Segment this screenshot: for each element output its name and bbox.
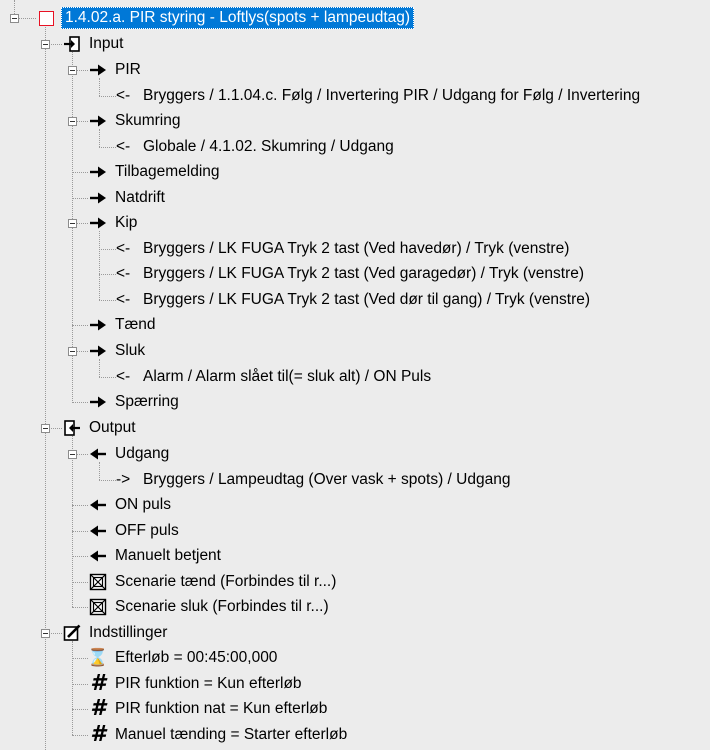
tree-node-label: Skumring bbox=[115, 112, 181, 129]
tree-node-label: Efterløb = 00:45:00,000 bbox=[115, 649, 278, 666]
left-arrow-icon bbox=[88, 546, 108, 566]
collapse-toggle-pir[interactable] bbox=[68, 66, 77, 75]
incoming-link-prefix: <- bbox=[116, 368, 131, 385]
collapse-toggle-output[interactable] bbox=[41, 424, 50, 433]
input-arrow-in-icon bbox=[62, 34, 82, 54]
tree-node-udgang[interactable]: Udgang bbox=[88, 443, 171, 465]
collapse-toggle-input[interactable] bbox=[41, 40, 50, 49]
tree-node-taend[interactable]: Tænd bbox=[88, 314, 158, 336]
tree-node-label: Output bbox=[89, 419, 136, 436]
tree-node-label: Tænd bbox=[115, 316, 156, 333]
tree-node-kip-ref[interactable]: <- Bryggers / LK FUGA Tryk 2 tast (Ved g… bbox=[116, 263, 586, 285]
tree-node-label: PIR bbox=[115, 61, 141, 78]
hourglass-icon: ⌛ bbox=[87, 648, 109, 668]
red-square-icon bbox=[36, 8, 56, 28]
tree-node-label: Bryggers / LK FUGA Tryk 2 tast (Ved dør … bbox=[143, 291, 591, 308]
tree-node-efterloeb[interactable]: ⌛ Efterløb = 00:45:00,000 bbox=[87, 647, 279, 669]
hash-icon: # bbox=[90, 722, 106, 747]
tree-node-label: Udgang bbox=[115, 445, 170, 462]
right-arrow-icon bbox=[88, 392, 108, 412]
right-arrow-icon bbox=[88, 111, 108, 131]
tree-node-root[interactable]: 1.4.02.a. PIR styring - Loftlys(spots + … bbox=[36, 7, 415, 29]
incoming-link-prefix: <- bbox=[116, 138, 131, 155]
tree-node-label: Input bbox=[89, 35, 124, 52]
tree-view[interactable]: 1.4.02.a. PIR styring - Loftlys(spots + … bbox=[0, 0, 710, 750]
incoming-link-prefix: <- bbox=[116, 240, 131, 257]
tree-node-pir-funktion[interactable]: # PIR funktion = Kun efterløb bbox=[88, 673, 304, 695]
tree-node-sluk-ref[interactable]: <- Alarm / Alarm slået til(= sluk alt) /… bbox=[116, 366, 433, 388]
tree-node-udgang-ref[interactable]: -> Bryggers / Lampeudtag (Over vask + sp… bbox=[116, 469, 512, 491]
scene-box-icon bbox=[88, 597, 108, 617]
tree-node-label: Globale / 4.1.02. Skumring / Udgang bbox=[143, 138, 394, 155]
tree-node-skumring[interactable]: Skumring bbox=[88, 110, 182, 132]
collapse-toggle-root[interactable] bbox=[10, 14, 19, 23]
tree-node-label: Scenarie tænd (Forbindes til r...) bbox=[115, 573, 337, 590]
tree-node-manuelt-betjent[interactable]: Manuelt betjent bbox=[88, 545, 223, 567]
collapse-toggle-sluk[interactable] bbox=[68, 347, 77, 356]
tree-node-kip[interactable]: Kip bbox=[88, 212, 139, 234]
tree-node-label: Scenarie sluk (Forbindes til r...) bbox=[115, 598, 329, 615]
tree-node-manuel-taending[interactable]: # Manuel tænding = Starter efterløb bbox=[88, 724, 349, 746]
right-arrow-icon bbox=[88, 213, 108, 233]
tree-node-scenarie-sluk[interactable]: Scenarie sluk (Forbindes til r...) bbox=[88, 596, 331, 618]
hash-icon: # bbox=[90, 696, 106, 721]
tree-node-scenarie-taend[interactable]: Scenarie tænd (Forbindes til r...) bbox=[88, 571, 338, 593]
right-arrow-icon bbox=[88, 60, 108, 80]
incoming-link-prefix: <- bbox=[116, 265, 131, 282]
tree-node-pir-ref[interactable]: <- Bryggers / 1.1.04.c. Følg / Inverteri… bbox=[116, 85, 642, 107]
tree-node-label: Alarm / Alarm slået til(= sluk alt) / ON… bbox=[143, 368, 432, 385]
tree-node-output[interactable]: Output bbox=[62, 417, 138, 439]
tree-node-pir[interactable]: PIR bbox=[88, 59, 143, 81]
tree-node-label: Bryggers / LK FUGA Tryk 2 tast (Ved have… bbox=[143, 240, 570, 257]
tree-node-label: Bryggers / 1.1.04.c. Følg / Invertering … bbox=[143, 87, 641, 104]
outgoing-link-prefix: -> bbox=[116, 471, 131, 488]
scene-box-icon bbox=[88, 572, 108, 592]
tree-node-pir-funktion-nat[interactable]: # PIR funktion nat = Kun efterløb bbox=[88, 698, 329, 720]
incoming-link-prefix: <- bbox=[116, 87, 131, 104]
hash-icon: # bbox=[90, 671, 106, 696]
tree-node-label: Bryggers / Lampeudtag (Over vask + spots… bbox=[143, 471, 511, 488]
tree-node-spaerring[interactable]: Spærring bbox=[88, 391, 181, 413]
tree-node-label: Indstillinger bbox=[89, 624, 168, 641]
tree-node-label: Bryggers / LK FUGA Tryk 2 tast (Ved gara… bbox=[143, 265, 585, 282]
tree-node-label: Manuelt betjent bbox=[115, 547, 221, 564]
tree-node-label: PIR funktion nat = Kun efterløb bbox=[115, 700, 328, 717]
tree-node-label: Tilbagemelding bbox=[115, 163, 220, 180]
collapse-toggle-indstillinger[interactable] bbox=[41, 629, 50, 638]
tree-node-label: PIR funktion = Kun efterløb bbox=[115, 675, 302, 692]
right-arrow-icon bbox=[88, 188, 108, 208]
tree-node-label: 1.4.02.a. PIR styring - Loftlys(spots + … bbox=[61, 7, 415, 29]
tree-node-input[interactable]: Input bbox=[62, 33, 125, 55]
output-arrow-out-icon bbox=[62, 418, 82, 438]
tree-node-sluk[interactable]: Sluk bbox=[88, 340, 147, 362]
tree-node-kip-ref[interactable]: <- Bryggers / LK FUGA Tryk 2 tast (Ved d… bbox=[116, 289, 592, 311]
left-arrow-icon bbox=[88, 444, 108, 464]
tree-node-natdrift[interactable]: Natdrift bbox=[88, 187, 167, 209]
tree-node-tilbagemelding[interactable]: Tilbagemelding bbox=[88, 161, 222, 183]
tree-node-label: Natdrift bbox=[115, 189, 165, 206]
left-arrow-icon bbox=[88, 521, 108, 541]
tree-node-indstillinger[interactable]: Indstillinger bbox=[62, 622, 169, 644]
collapse-toggle-udgang[interactable] bbox=[68, 450, 77, 459]
tree-node-off-puls[interactable]: OFF puls bbox=[88, 520, 181, 542]
tree-node-label: ON puls bbox=[115, 496, 171, 513]
left-arrow-icon bbox=[88, 495, 108, 515]
tree-node-label: Kip bbox=[115, 214, 138, 231]
collapse-toggle-skumring[interactable] bbox=[68, 117, 77, 126]
tree-node-label: Spærring bbox=[115, 393, 179, 410]
tree-node-on-puls[interactable]: ON puls bbox=[88, 494, 173, 516]
edit-settings-icon bbox=[62, 623, 82, 643]
tree-node-label: Manuel tænding = Starter efterløb bbox=[115, 726, 348, 743]
incoming-link-prefix: <- bbox=[116, 291, 131, 308]
tree-node-label: Sluk bbox=[115, 342, 146, 359]
tree-node-skumring-ref[interactable]: <- Globale / 4.1.02. Skumring / Udgang bbox=[116, 136, 396, 158]
collapse-toggle-kip[interactable] bbox=[68, 219, 77, 228]
tree-node-kip-ref[interactable]: <- Bryggers / LK FUGA Tryk 2 tast (Ved h… bbox=[116, 238, 571, 260]
right-arrow-icon bbox=[88, 315, 108, 335]
tree-node-label: OFF puls bbox=[115, 522, 179, 539]
right-arrow-icon bbox=[88, 341, 108, 361]
right-arrow-icon bbox=[88, 162, 108, 182]
